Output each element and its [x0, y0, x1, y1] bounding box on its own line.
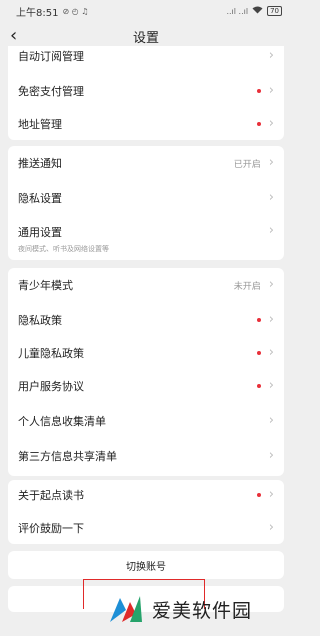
wifi-icon	[252, 6, 263, 16]
row-privacy-policy[interactable]: 隐私政策 ›	[8, 307, 284, 333]
row-address[interactable]: 地址管理 ›	[8, 111, 284, 137]
watermark-text: 爱美软件园	[152, 599, 253, 622]
row-rate-app[interactable]: 评价鼓励一下 ›	[8, 515, 284, 541]
chevron-right-icon: ›	[268, 448, 274, 463]
row-label: 免密支付管理	[18, 85, 84, 98]
status-bar: 上午8:51 ⊘ ◴ ♫ ..ıl ..ıl 70	[0, 0, 292, 22]
row-teen-mode[interactable]: 青少年模式 未开启 ›	[8, 272, 284, 298]
chevron-right-icon: ›	[268, 190, 274, 205]
chevron-right-icon: ›	[268, 312, 274, 327]
chevron-right-icon: ›	[268, 277, 274, 292]
row-label: 个人信息收集清单	[18, 415, 106, 428]
chevron-right-icon: ›	[268, 345, 274, 360]
status-time: 上午8:51	[16, 7, 59, 19]
row-label: 用户服务协议	[18, 380, 84, 393]
watermark: 爱美软件园	[108, 592, 252, 626]
battery-icon: 70	[267, 6, 282, 16]
chevron-right-icon: ›	[268, 378, 274, 393]
row-label: 隐私政策	[18, 314, 62, 327]
watermark-logo-icon	[110, 596, 142, 622]
red-dot-badge	[256, 122, 261, 126]
row-privacy-settings[interactable]: 隐私设置 ›	[8, 185, 284, 211]
row-about-app[interactable]: 关于起点读书 ›	[8, 482, 284, 508]
red-dot-badge	[256, 89, 261, 93]
chevron-right-icon: ›	[268, 83, 274, 98]
settings-group-general: 推送通知 已开启 › 隐私设置 › 通用设置 夜间模式、听书及网络设置等 ›	[8, 146, 284, 260]
page-title: 设置	[132, 30, 159, 46]
row-push-notification[interactable]: 推送通知 已开启 ›	[8, 150, 284, 176]
chevron-right-icon: ›	[268, 520, 274, 535]
row-user-agreement[interactable]: 用户服务协议 ›	[8, 373, 284, 399]
row-personal-info-list[interactable]: 个人信息收集清单 ›	[8, 408, 284, 434]
chevron-right-icon: ›	[268, 155, 274, 170]
back-arrow-icon[interactable]: ‹	[10, 26, 17, 46]
settings-group-account: 自动订阅管理 › 免密支付管理 › 地址管理 ›	[8, 40, 284, 140]
status-icons: ⊘ ◴ ♫	[62, 6, 89, 16]
chevron-right-icon: ›	[268, 48, 274, 63]
row-subtitle: 夜间模式、听书及网络设置等	[18, 245, 109, 253]
row-label: 第三方信息共享清单	[18, 450, 117, 463]
row-label: 儿童隐私政策	[18, 347, 84, 360]
settings-group-about: 关于起点读书 › 评价鼓励一下 ›	[8, 480, 284, 544]
row-label: 隐私设置	[18, 192, 62, 205]
red-dot-badge	[256, 384, 261, 388]
red-dot-badge	[256, 318, 261, 322]
switch-account-button[interactable]: 切换账号	[8, 551, 284, 579]
row-label: 青少年模式	[18, 279, 73, 292]
signal-icon: ..ıl ..ıl	[226, 6, 249, 16]
chevron-right-icon: ›	[268, 223, 274, 238]
row-label: 评价鼓励一下	[18, 522, 84, 535]
chevron-right-icon: ›	[268, 413, 274, 428]
chevron-right-icon: ›	[268, 116, 274, 131]
red-dot-badge	[256, 351, 261, 355]
status-text: 未开启	[233, 281, 261, 292]
row-child-privacy-policy[interactable]: 儿童隐私政策 ›	[8, 340, 284, 366]
row-label: 通用设置	[18, 226, 62, 239]
row-general-settings[interactable]: 通用设置 夜间模式、听书及网络设置等 ›	[8, 218, 284, 256]
row-label: 关于起点读书	[18, 489, 84, 502]
settings-group-policy: 青少年模式 未开启 › 隐私政策 › 儿童隐私政策 › 用户服务协议 › 个人信息…	[8, 268, 284, 476]
row-third-party-sharing[interactable]: 第三方信息共享清单 ›	[8, 443, 284, 469]
row-label: 地址管理	[18, 118, 62, 131]
row-label: 推送通知	[18, 157, 62, 170]
chevron-right-icon: ›	[268, 487, 274, 502]
row-password-free-pay[interactable]: 免密支付管理 ›	[8, 78, 284, 104]
red-dot-badge	[256, 493, 261, 497]
nav-bar-overlay: ‹ 设置	[0, 22, 292, 50]
row-label: 自动订阅管理	[18, 50, 84, 63]
status-text: 已开启	[233, 159, 261, 170]
